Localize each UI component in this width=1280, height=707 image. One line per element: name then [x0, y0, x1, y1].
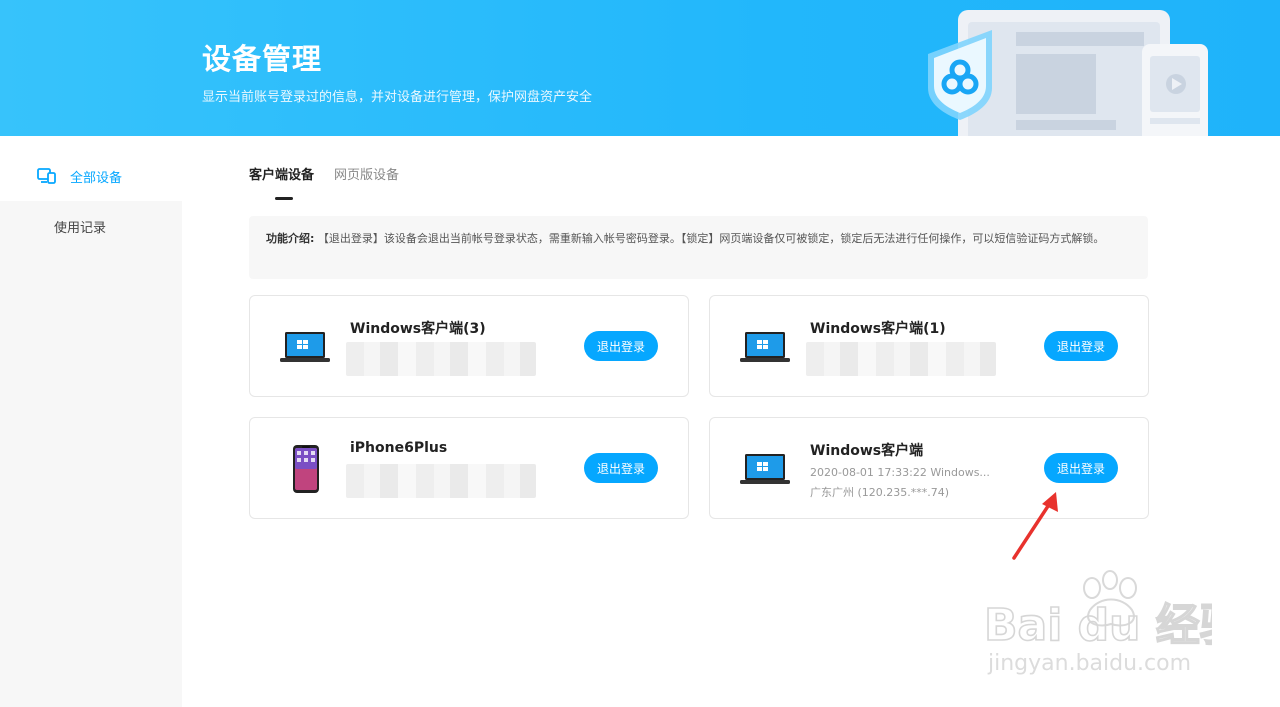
laptop-icon — [280, 332, 330, 362]
page-title: 设备管理 — [202, 42, 323, 76]
device-name: Windows客户端 — [810, 443, 924, 459]
device-location: 广东广州 (120.235.***.74) — [810, 486, 950, 499]
annotation-arrow-icon — [1012, 492, 1058, 560]
tab-web-devices[interactable]: 网页版设备 — [334, 164, 399, 188]
logout-button[interactable]: 退出登录 — [1044, 453, 1118, 483]
sidebar-item-label: 全部设备 — [70, 170, 123, 186]
device-card: Windows客户端 2020-08-01 17:33:22 Windows..… — [709, 417, 1149, 519]
page-subtitle: 显示当前账号登录过的信息，并对设备进行管理，保护网盘资产安全 — [202, 90, 593, 105]
header-banner: 设备管理 显示当前账号登录过的信息，并对设备进行管理，保护网盘资产安全 — [0, 0, 1280, 136]
redacted-info — [346, 342, 536, 376]
logout-button[interactable]: 退出登录 — [1044, 331, 1118, 361]
notice-text: 【退出登录】该设备会退出当前帐号登录状态，需重新输入帐号密码登录。【锁定】网页端… — [317, 232, 1105, 245]
device-security-illustration — [928, 10, 1208, 136]
device-card: iPhone6Plus 退出登录 — [249, 417, 689, 519]
devices-icon — [37, 168, 56, 184]
device-name: iPhone6Plus — [350, 440, 448, 456]
feature-notice: 功能介绍: 【退出登录】该设备会退出当前帐号登录状态，需重新输入帐号密码登录。【… — [249, 216, 1148, 279]
sidebar: 全部设备 使用记录 — [0, 151, 182, 707]
watermark-brand: Bai du 经验 — [984, 600, 1212, 651]
phone-icon — [293, 445, 319, 493]
device-name: Windows客户端(3) — [350, 321, 486, 337]
laptop-icon — [740, 332, 790, 362]
logout-button[interactable]: 退出登录 — [584, 453, 658, 483]
redacted-info — [346, 464, 536, 498]
sidebar-item-label: 使用记录 — [54, 220, 107, 236]
device-tabs: 客户端设备 网页版设备 — [249, 164, 399, 204]
device-card: Windows客户端(3) 退出登录 — [249, 295, 689, 397]
tab-client-devices[interactable]: 客户端设备 — [249, 164, 314, 200]
sidebar-item-all-devices[interactable]: 全部设备 — [0, 151, 182, 201]
device-card: Windows客户端(1) 退出登录 — [709, 295, 1149, 397]
device-login-time: 2020-08-01 17:33:22 Windows... — [810, 466, 990, 479]
watermark-url: jingyan.baidu.com — [987, 651, 1191, 676]
logout-button[interactable]: 退出登录 — [584, 331, 658, 361]
notice-label: 功能介绍: — [266, 232, 315, 245]
laptop-icon — [740, 454, 790, 484]
device-name: Windows客户端(1) — [810, 321, 946, 337]
baidu-jingyan-watermark: Bai du 经验 jingyan.baidu.com — [983, 570, 1212, 676]
redacted-info — [806, 342, 996, 376]
sidebar-item-usage-records[interactable]: 使用记录 — [0, 201, 182, 251]
